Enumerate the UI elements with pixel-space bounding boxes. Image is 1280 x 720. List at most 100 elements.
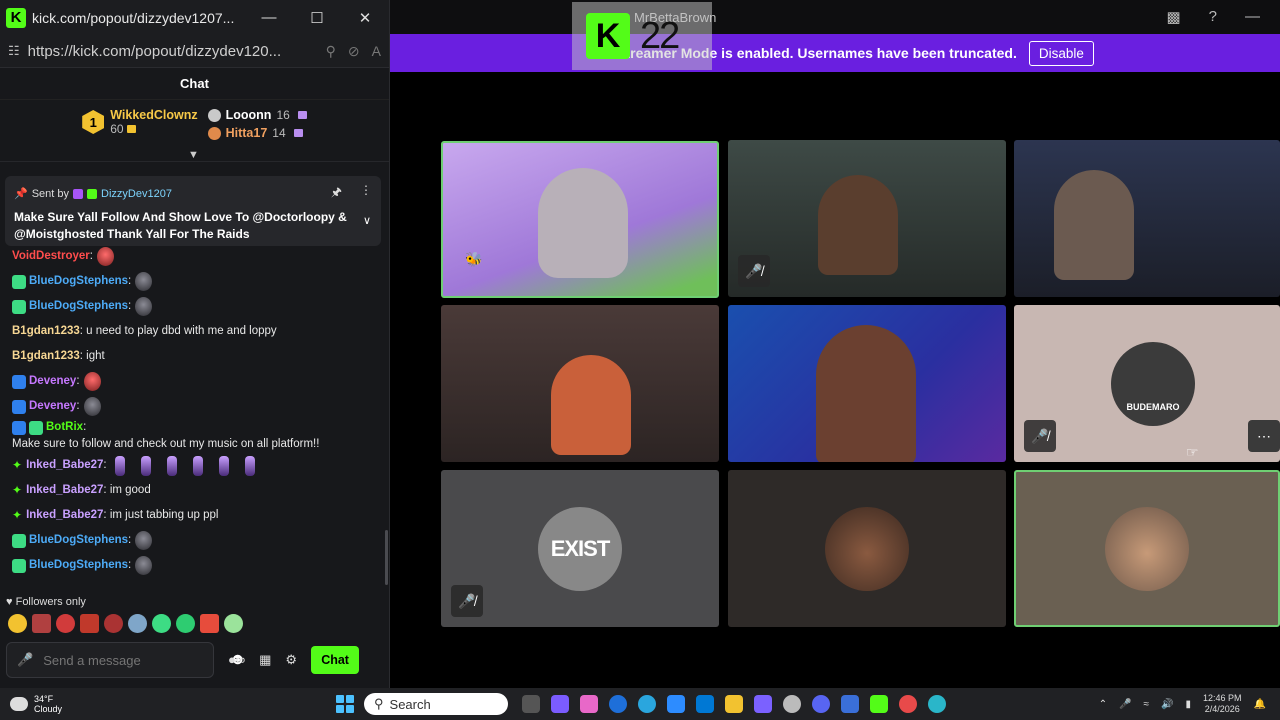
chat-message[interactable]: BotRix: Make sure to follow and check ou… bbox=[12, 419, 380, 453]
settings-app-icon[interactable] bbox=[783, 695, 801, 713]
store-icon[interactable]: ▦ bbox=[259, 652, 271, 668]
muted-mic-icon[interactable]: 🎤̸ bbox=[1024, 420, 1056, 452]
participant-tile-4[interactable] bbox=[441, 305, 719, 462]
file-explorer-icon[interactable] bbox=[725, 695, 743, 713]
taskbar-search[interactable]: ⚲ Search bbox=[364, 693, 508, 715]
zoom-icon[interactable]: ⚲ bbox=[326, 43, 336, 60]
chat-message[interactable]: BlueDogStephens: bbox=[12, 528, 380, 553]
emote-icon[interactable] bbox=[128, 614, 147, 633]
chat-username[interactable]: BlueDogStephens bbox=[29, 273, 128, 290]
chat-message[interactable]: ✦ Inked_Babe27: im just tabbing up ppl bbox=[12, 503, 380, 528]
message-input-box[interactable]: 🎤 ☻ bbox=[6, 642, 246, 678]
pinned-menu-icon[interactable]: ⋮ bbox=[360, 183, 372, 204]
leaderboard-third[interactable]: Hitta17 14 bbox=[207, 126, 307, 140]
teams-icon[interactable] bbox=[754, 695, 772, 713]
url-field[interactable]: https://kick.com/popout/dizzydev120... bbox=[28, 43, 326, 60]
emote-icon[interactable] bbox=[80, 614, 99, 633]
send-chat-button[interactable]: Chat bbox=[311, 646, 360, 674]
copilot-icon[interactable] bbox=[580, 695, 598, 713]
participant-tile-2[interactable]: 🎤̸ bbox=[728, 140, 1006, 297]
minimize-button[interactable]: — bbox=[245, 0, 293, 35]
kicks-icon[interactable]: ●∞ bbox=[228, 652, 245, 668]
edge-icon[interactable] bbox=[638, 695, 656, 713]
chat-message[interactable]: Deveney: bbox=[12, 394, 380, 419]
chat-username[interactable]: Deveney bbox=[29, 398, 76, 415]
mic-tray-icon[interactable]: 🎤 bbox=[1119, 699, 1131, 710]
task-view-icon[interactable] bbox=[522, 695, 540, 713]
help-icon[interactable]: ? bbox=[1209, 8, 1217, 26]
disable-streamer-mode-button[interactable]: Disable bbox=[1028, 40, 1094, 66]
chat-username[interactable]: BotRix bbox=[46, 419, 83, 436]
chat-message[interactable]: B1gdan1233: u need to play dbd with me a… bbox=[12, 319, 380, 344]
screen-share-icon[interactable]: ▩ bbox=[1166, 8, 1180, 26]
participant-tile-8[interactable] bbox=[728, 470, 1006, 627]
notifications-icon[interactable]: 🔔 bbox=[1254, 699, 1266, 710]
chat-message[interactable]: BlueDogStephens: bbox=[12, 553, 380, 578]
store-app-icon[interactable] bbox=[696, 695, 714, 713]
emote-icon[interactable] bbox=[56, 614, 75, 633]
emote-icon[interactable] bbox=[200, 614, 219, 633]
hp-icon[interactable] bbox=[609, 695, 627, 713]
chevron-up-icon[interactable]: ⌃ bbox=[1099, 699, 1107, 710]
unpin-icon[interactable]: 🖈 bbox=[331, 183, 342, 204]
chat-username[interactable]: Inked_Babe27 bbox=[26, 482, 103, 499]
app-icon[interactable] bbox=[841, 695, 859, 713]
tracking-prevention-icon[interactable]: ⊘ bbox=[348, 43, 360, 60]
chat-message[interactable]: BlueDogStephens: bbox=[12, 269, 380, 294]
participant-tile-3[interactable] bbox=[1014, 140, 1280, 297]
muted-mic-icon[interactable]: 🎤̸ bbox=[451, 585, 483, 617]
chat-message[interactable]: VoidDestroyer: bbox=[12, 244, 380, 269]
read-aloud-icon[interactable]: A bbox=[372, 43, 381, 60]
chat-message[interactable]: ✦ Inked_Babe27: bbox=[12, 453, 380, 478]
expand-pinned-icon[interactable]: ∨ bbox=[363, 214, 371, 227]
emote-icon[interactable] bbox=[32, 614, 51, 633]
emote-icon[interactable] bbox=[152, 614, 171, 633]
emote-icon[interactable] bbox=[8, 614, 27, 633]
taskbar-clock[interactable]: 12:46 PM 2/4/2026 bbox=[1203, 693, 1242, 715]
maximize-button[interactable]: ☐ bbox=[293, 0, 341, 35]
zoom-app-icon[interactable] bbox=[667, 695, 685, 713]
close-button[interactable]: ✕ bbox=[341, 0, 389, 35]
participant-tile-1[interactable]: 🐝 bbox=[441, 141, 719, 298]
chat-username[interactable]: Inked_Babe27 bbox=[26, 507, 103, 524]
message-input[interactable] bbox=[43, 652, 220, 668]
chat-username[interactable]: Deveney bbox=[29, 373, 76, 390]
emote-icon[interactable] bbox=[104, 614, 123, 633]
chat-message[interactable]: B1gdan1233: ight bbox=[12, 344, 380, 369]
chat-message[interactable]: ✦ Inked_Babe27: im good bbox=[12, 478, 380, 503]
chat-username[interactable]: BlueDogStephens bbox=[29, 557, 128, 574]
leaderboard-first[interactable]: 1 WikkedClownz 60 bbox=[82, 108, 198, 136]
site-info-icon[interactable]: ☷ bbox=[8, 43, 20, 59]
start-button[interactable] bbox=[336, 695, 354, 713]
muted-mic-icon[interactable]: 🎤̸ bbox=[738, 255, 770, 287]
browser-icon[interactable] bbox=[928, 695, 946, 713]
emote-icon[interactable] bbox=[176, 614, 195, 633]
chat-username[interactable]: VoidDestroyer bbox=[12, 248, 90, 265]
chat-username[interactable]: BlueDogStephens bbox=[29, 298, 128, 315]
kick-app-icon[interactable] bbox=[870, 695, 888, 713]
discord-icon[interactable] bbox=[812, 695, 830, 713]
weather-widget[interactable]: 34°F Cloudy bbox=[0, 694, 330, 714]
chat-username[interactable]: Inked_Babe27 bbox=[26, 457, 103, 474]
chat-username[interactable]: B1gdan1233 bbox=[12, 323, 80, 340]
chat-username[interactable]: B1gdan1233 bbox=[12, 348, 80, 365]
wifi-icon[interactable]: ≈ bbox=[1144, 699, 1150, 710]
settings-gear-icon[interactable]: ⚙ bbox=[285, 652, 297, 668]
more-options-icon[interactable]: ⋯ bbox=[1248, 420, 1280, 452]
participant-tile-5[interactable] bbox=[728, 305, 1006, 462]
collapse-leaderboard-icon[interactable]: ▼ bbox=[188, 149, 199, 161]
chat-username[interactable]: BlueDogStephens bbox=[29, 532, 128, 549]
app-icon[interactable] bbox=[551, 695, 569, 713]
participant-tile-9[interactable] bbox=[1014, 470, 1280, 627]
participant-tile-6[interactable]: BUDEMARO 🎤̸ ⋯ bbox=[1014, 305, 1280, 462]
minimize-icon[interactable]: — bbox=[1245, 8, 1260, 26]
leaderboard-second[interactable]: Looonn 16 bbox=[207, 108, 307, 122]
chat-scrollbar[interactable] bbox=[385, 530, 388, 585]
pinned-sender[interactable]: DizzyDev1207 bbox=[101, 188, 172, 200]
volume-icon[interactable]: 🔊 bbox=[1161, 699, 1173, 710]
battery-icon[interactable]: ▮ bbox=[1186, 699, 1192, 710]
participant-tile-7[interactable]: EXIST 🎤̸ bbox=[441, 470, 719, 627]
chat-message[interactable]: BlueDogStephens: bbox=[12, 294, 380, 319]
maps-icon[interactable] bbox=[899, 695, 917, 713]
emote-icon[interactable] bbox=[224, 614, 243, 633]
